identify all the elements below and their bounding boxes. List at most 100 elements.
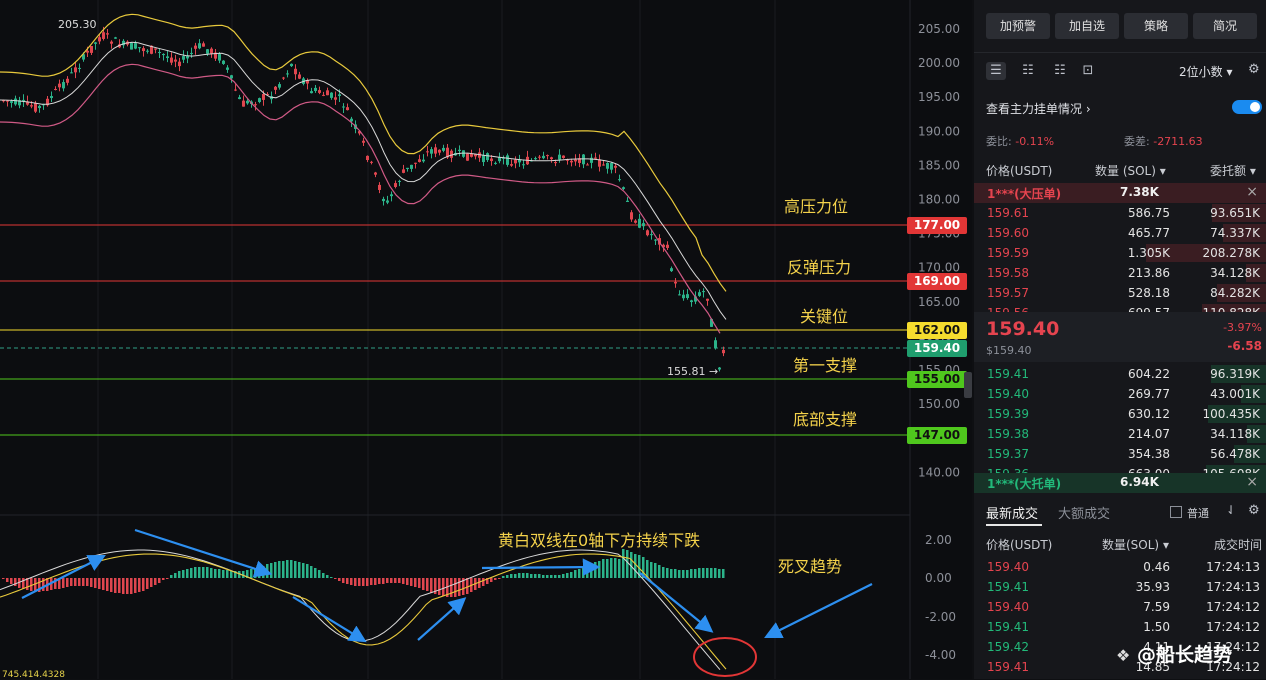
candle-body (134, 43, 137, 49)
tab-latest-trades[interactable]: 最新成交 (986, 503, 1038, 522)
ratio-label: 委比: (986, 135, 1012, 148)
bid-row[interactable]: 159.39 630.12 100.435K (974, 404, 1266, 424)
big-ask-row[interactable]: 1***(大压单) 7.38K × (974, 183, 1266, 203)
macd-bar (222, 570, 225, 578)
candle-body (370, 161, 373, 163)
bid-row[interactable]: 159.38 214.07 34.118K (974, 424, 1266, 444)
precision-select[interactable]: 2位小数 ▾ (1179, 63, 1233, 80)
header-total[interactable]: 委托额 ▾ (1210, 162, 1256, 179)
overview-button[interactable]: 简况 (1193, 13, 1257, 39)
macd-bar (678, 570, 681, 578)
candle-body (466, 153, 469, 161)
strategy-button[interactable]: 策略 (1124, 13, 1188, 39)
candle-body (30, 105, 33, 107)
macd-bar (302, 563, 305, 578)
trade-qty: 35.93 (1135, 580, 1170, 594)
ask-total: 93.651K (1210, 206, 1260, 220)
price-axis-label: 185.00 (918, 158, 960, 172)
macd-bar (430, 578, 433, 593)
candle-body (574, 159, 577, 162)
main-orders-toggle[interactable] (1232, 100, 1262, 114)
macd-bar (518, 573, 521, 578)
candle-body (230, 75, 233, 79)
candle-body (550, 157, 553, 160)
macd-bar (358, 578, 361, 586)
trade-header-qty[interactable]: 数量(SOL) ▾ (1102, 536, 1169, 553)
candlestick-chart[interactable]: 205.00200.00195.00190.00185.00180.00175.… (0, 0, 972, 680)
candle-body (70, 72, 73, 74)
candle-body (386, 200, 389, 203)
macd-bar (86, 578, 89, 586)
macd-bar (190, 568, 193, 578)
candle-body (602, 164, 605, 166)
macd-bar (466, 578, 469, 594)
candle-body (170, 57, 173, 63)
view-main-orders-link[interactable]: 查看主力挂单情况 › (986, 100, 1091, 117)
macd-bar (422, 578, 425, 590)
macd-bar (170, 575, 173, 578)
trade-price: 159.40 (987, 560, 1029, 574)
close-icon[interactable]: × (1246, 184, 1258, 200)
orderbook-asks-icon[interactable]: ☷ (1050, 62, 1070, 80)
filter-icon[interactable]: ⇃ (1226, 503, 1236, 517)
level-tag: 155.00 (907, 371, 967, 388)
orderbook-both-icon[interactable]: ☰ (986, 62, 1006, 80)
macd-bar (102, 578, 105, 590)
price-axis-label: 200.00 (918, 56, 960, 70)
macd-bar (594, 562, 597, 578)
macd-bar (194, 567, 197, 578)
macd-bar (370, 578, 373, 585)
chart-canvas[interactable]: 205.00200.00195.00190.00185.00180.00175.… (0, 0, 972, 679)
macd-bar (318, 570, 321, 578)
big-ask-value: 7.38K (1120, 185, 1159, 199)
macd-bar (610, 558, 613, 578)
macd-bar (414, 578, 417, 587)
candle-body (10, 101, 13, 103)
price-axis-label: 140.00 (918, 465, 960, 479)
bid-qty: 269.77 (1128, 387, 1170, 401)
toggle-knob (1250, 102, 1260, 112)
ask-total: 34.128K (1210, 266, 1260, 280)
macd-bar (158, 578, 161, 583)
tab-large-trades[interactable]: 大额成交 (1058, 503, 1110, 522)
ask-row[interactable]: 159.59 1.305K 208.278K (974, 243, 1266, 263)
price-axis-label: 195.00 (918, 90, 960, 104)
candle-body (158, 51, 161, 53)
ask-row[interactable]: 159.60 465.77 74.337K (974, 223, 1266, 243)
candle-body (626, 200, 629, 202)
close-icon[interactable]: × (1246, 474, 1258, 490)
macd-bar (722, 569, 725, 578)
normal-checkbox[interactable] (1170, 506, 1182, 518)
ask-row[interactable]: 159.58 213.86 34.128K (974, 263, 1266, 283)
add-watchlist-button[interactable]: 加自选 (1055, 13, 1119, 39)
lower-band (0, 63, 721, 334)
candle-body (542, 155, 545, 159)
bid-row[interactable]: 159.37 354.38 56.478K (974, 444, 1266, 464)
settings-icon[interactable]: ⚙ (1248, 62, 1260, 77)
candle-body (234, 89, 237, 91)
orderbook-bids-icon[interactable]: ☷ (1018, 62, 1038, 80)
candle-body (486, 153, 489, 161)
macd-bar (310, 566, 313, 578)
header-qty[interactable]: 数量 (SOL) ▾ (1095, 162, 1166, 179)
candle-body (182, 56, 185, 60)
ratio-value: -0.11% (1015, 135, 1055, 148)
ask-row[interactable]: 159.61 586.75 93.651K (974, 203, 1266, 223)
big-bid-row[interactable]: 1***(大托单) 6.94K × (974, 473, 1266, 493)
bid-row[interactable]: 159.41 604.22 96.319K (974, 364, 1266, 384)
macd-bar (614, 558, 617, 578)
bid-row[interactable]: 159.40 269.77 43.001K (974, 384, 1266, 404)
candle-body (194, 45, 197, 49)
add-alert-button[interactable]: 加预警 (986, 13, 1050, 39)
macd-bar (126, 578, 129, 594)
axis-scroll-handle[interactable] (964, 372, 972, 398)
candle-body (402, 169, 405, 173)
candle-body (558, 154, 561, 160)
ask-row[interactable]: 159.57 528.18 84.282K (974, 283, 1266, 303)
macd-bar (662, 567, 665, 578)
big-bid-value: 6.94K (1120, 475, 1159, 489)
settings-icon[interactable]: ⚙ (1248, 503, 1260, 518)
orderbook-compact-icon[interactable]: ⊡ (1078, 62, 1098, 80)
ask-price: 159.61 (987, 206, 1029, 220)
macd-bar (130, 578, 133, 594)
